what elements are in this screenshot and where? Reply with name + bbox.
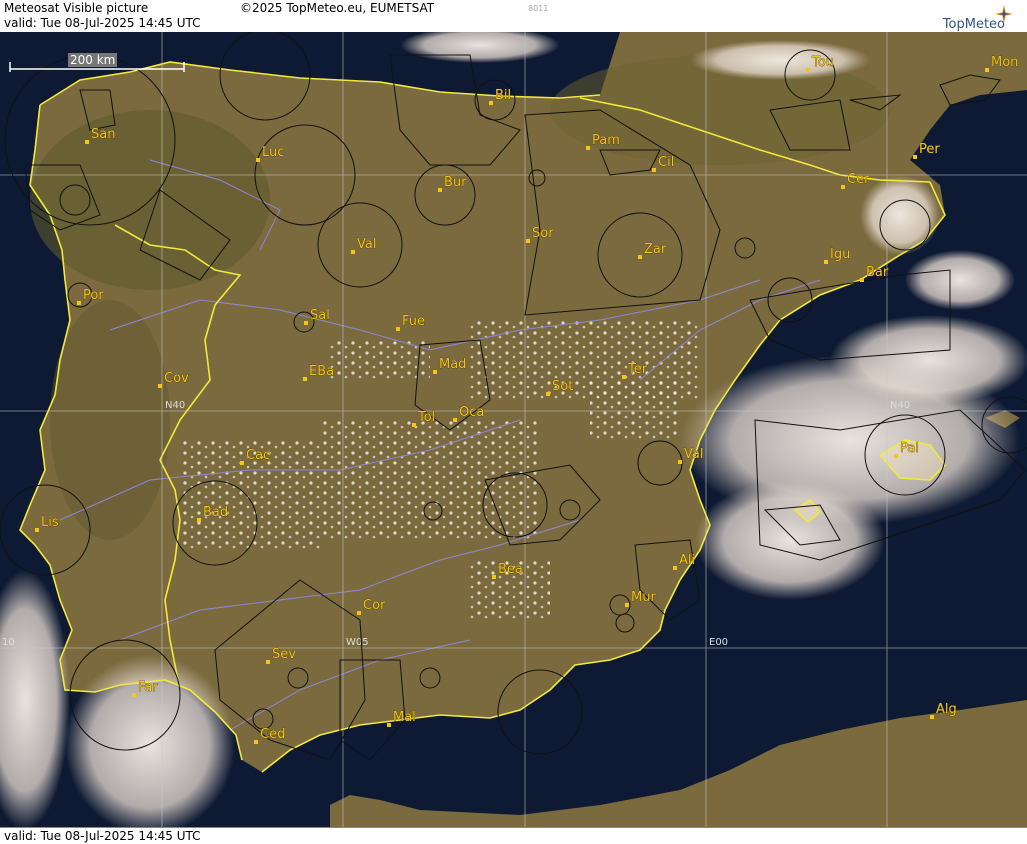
city-label: Pal (900, 441, 919, 456)
map-canvas: N40 N40 W05 E00 10 San Luc Bil Pam Tou Mon Per… (0, 32, 1027, 827)
city-label: Cac (246, 448, 270, 463)
city-dot (357, 611, 361, 615)
city-dot (438, 188, 442, 192)
city-label: Cor (363, 598, 386, 613)
city-label: Bar (866, 265, 889, 280)
city-label: Lis (41, 515, 59, 530)
city-dot (806, 68, 810, 72)
city-dot (860, 278, 864, 282)
city-dot (841, 185, 845, 189)
city-label: Mad (439, 357, 466, 372)
grid-label-w05: W05 (346, 637, 369, 648)
city-dot (240, 461, 244, 465)
city-label: Mur (631, 590, 656, 605)
city-label: Tol (417, 410, 435, 425)
city-dot (266, 660, 270, 664)
city-dot (197, 518, 201, 522)
city-dot (985, 68, 989, 72)
city-dot (913, 155, 917, 159)
footer-valid-time: valid: Tue 08-Jul-2025 14:45 UTC (4, 829, 201, 843)
city-dot (351, 250, 355, 254)
city-label: Ali (679, 553, 695, 568)
city-dot (622, 375, 626, 379)
city-label: Cov (164, 371, 189, 386)
city-dot (303, 377, 307, 381)
city-label: Bur (444, 175, 467, 190)
city-dot (824, 260, 828, 264)
logo-text: TopMeteo (942, 17, 1005, 32)
city-label: EBa (309, 364, 334, 379)
city-label: Ced (260, 727, 285, 742)
grid-label-n40-west: N40 (165, 400, 185, 411)
city-label: Tou (811, 55, 834, 70)
city-label: Alg (936, 702, 957, 717)
city-label: Val (357, 237, 376, 252)
city-label: Ter (627, 362, 648, 377)
city-label: San (91, 127, 115, 142)
city-label: Far (138, 680, 158, 695)
satellite-map[interactable]: N40 N40 W05 E00 10 San Luc Bil Pam Tou Mon Per… (0, 32, 1027, 827)
city-label: Val (684, 447, 703, 462)
city-label: Zar (644, 242, 667, 257)
city-dot (158, 384, 162, 388)
copyright-text: ©2025 TopMeteo.eu, EUMETSAT (240, 1, 435, 15)
city-dot (256, 158, 260, 162)
city-dot (433, 370, 437, 374)
grid-label-w10: 10 (2, 637, 15, 648)
city-label: Sev (272, 647, 296, 662)
city-label: Mon (991, 55, 1018, 70)
city-dot (304, 321, 308, 325)
city-dot (930, 715, 934, 719)
city-dot (894, 454, 898, 458)
city-dot (396, 327, 400, 331)
city-label: Oca (459, 405, 484, 420)
city-dot (132, 693, 136, 697)
city-label: Per (919, 142, 940, 157)
city-dot (586, 146, 590, 150)
image-title: Meteosat Visible picture (4, 1, 149, 15)
city-dot (546, 392, 550, 396)
city-label: Luc (262, 145, 284, 160)
image-code: 8011 (528, 4, 549, 13)
city-dot (678, 460, 682, 464)
city-dot (625, 603, 629, 607)
city-label: Cil (658, 155, 674, 170)
scale-label: 200 km (68, 53, 118, 67)
city-label: Sal (310, 308, 330, 323)
grid-label-n40-east: N40 (890, 400, 910, 411)
city-dot (387, 723, 391, 727)
city-marker: Pam (586, 133, 620, 150)
city-label: Bea (498, 562, 523, 577)
city-dot (526, 239, 530, 243)
city-label: Sor (532, 226, 554, 241)
city-dot (652, 168, 656, 172)
grid-label-e00: E00 (709, 637, 728, 648)
city-label: Bil (495, 88, 511, 103)
city-label: Sot (552, 379, 573, 394)
city-dot (412, 423, 416, 427)
valid-time: valid: Tue 08-Jul-2025 14:45 UTC (4, 16, 201, 30)
city-label: Fue (402, 314, 425, 329)
city-label: Igu (830, 247, 850, 262)
city-label: Mal (393, 710, 416, 725)
city-dot (492, 575, 496, 579)
city-dot (254, 740, 258, 744)
city-marker: Mad (433, 357, 467, 374)
scale-bar: 200 km (8, 53, 188, 77)
city-dot (453, 418, 457, 422)
city-label: Cer (847, 172, 870, 187)
footer-bar: valid: Tue 08-Jul-2025 14:45 UTC (0, 827, 1027, 844)
city-dot (673, 566, 677, 570)
city-dot (489, 101, 493, 105)
portugal-vegetation (50, 300, 170, 540)
city-dot (85, 140, 89, 144)
city-label: Pam (592, 133, 620, 148)
city-label: Bad (203, 505, 228, 520)
topmeteo-logo[interactable]: TopMeteo (909, 3, 1019, 32)
city-dot (77, 301, 81, 305)
city-dot (35, 528, 39, 532)
city-label: Por (83, 288, 104, 303)
header-bar: Meteosat Visible picture ©2025 TopMeteo.… (0, 0, 1027, 33)
city-dot (638, 255, 642, 259)
